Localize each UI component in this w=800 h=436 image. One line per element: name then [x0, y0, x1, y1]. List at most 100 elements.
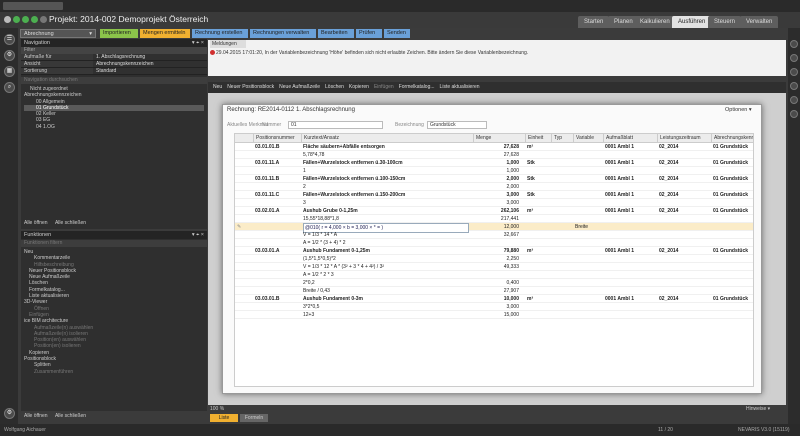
- table-row[interactable]: 03.01.11.C Fällen+Wurzelstock entfernen ü…: [235, 191, 753, 199]
- table-row[interactable]: 03.03.01.B Aushub Fundament 0-3m 10,000 m³ 0…: [235, 295, 753, 303]
- tab-ausführen[interactable]: Ausführen: [672, 16, 712, 28]
- hinweise-button[interactable]: Hinweise ▾: [746, 406, 770, 412]
- cell-text: 1: [303, 168, 306, 174]
- functions-icon[interactable]: ⚙: [4, 50, 15, 61]
- table-row[interactable]: 03.01.01.B Fläche säubern+Abfälle entsorg…: [235, 143, 753, 151]
- table-row[interactable]: 15,55*18,88*1,8 217,441: [235, 215, 753, 223]
- navigation-footer: Alle öffnen Alle schließen: [21, 219, 207, 228]
- navigation-filter[interactable]: Filter: [21, 47, 207, 54]
- table-row[interactable]: 2 2,000: [235, 183, 753, 191]
- nav-prop-value[interactable]: Standard: [93, 68, 207, 74]
- field-bez-input[interactable]: Grundstück: [427, 121, 487, 129]
- func-button-2[interactable]: Rechnung erstellen: [192, 29, 248, 38]
- toolbar-item[interactable]: Liste aktualisieren: [440, 84, 480, 90]
- toolbar-item[interactable]: Neu: [213, 84, 222, 90]
- forward-icon[interactable]: [22, 16, 29, 23]
- func-open-all-button[interactable]: Alle öffnen: [24, 413, 48, 419]
- func-button-0[interactable]: Importieren: [100, 29, 138, 38]
- export-icon[interactable]: [790, 96, 798, 104]
- func-button-5[interactable]: Prüfen: [356, 29, 382, 38]
- navigation-header: Navigation ▾ ⌖ ×: [21, 39, 207, 47]
- zoom-level[interactable]: 100 %: [210, 406, 224, 412]
- tab-formeln[interactable]: Formeln: [240, 414, 268, 422]
- properties-icon[interactable]: ▦: [4, 66, 15, 77]
- search-icon[interactable]: ⌕: [4, 82, 15, 93]
- table-row[interactable]: 2*0,2 0,400: [235, 279, 753, 287]
- column-header[interactable]: Menge: [473, 134, 521, 143]
- options-menu[interactable]: Optionen ▾: [725, 107, 752, 113]
- table-row[interactable]: 1 1,000: [235, 167, 753, 175]
- nav-prop-value[interactable]: 1. Abschlagsrechnung: [93, 54, 207, 60]
- info-icon[interactable]: [790, 54, 798, 62]
- toolbar-item[interactable]: Kopieren: [349, 84, 369, 90]
- func-button-4[interactable]: Bearbeiten: [318, 29, 354, 38]
- table-row[interactable]: 3 3,000: [235, 199, 753, 207]
- toolbar-item[interactable]: Löschen: [325, 84, 344, 90]
- cell-einheit: m³: [527, 208, 534, 214]
- messages-tab[interactable]: Meldungen: [210, 40, 246, 48]
- table-row[interactable]: Breite / 0,43 27,907: [235, 287, 753, 295]
- table-row[interactable]: 12+3 15,000: [235, 311, 753, 319]
- nav-close-all-button[interactable]: Alle schließen: [55, 220, 86, 226]
- toolbar-item[interactable]: Formelkatalog...: [399, 84, 435, 90]
- tab-steuern[interactable]: Steuern: [708, 16, 742, 28]
- table-row[interactable]: V = 1/3 * 12 * A * (3² + 3 * 4 + 4²) / 3…: [235, 263, 753, 271]
- table-row[interactable]: A = 1/2 * (3 + 4) * 2: [235, 239, 753, 247]
- column-header[interactable]: Kurztext/Ansatz: [301, 134, 471, 143]
- column-header[interactable]: Aufmaßblatt: [603, 134, 653, 143]
- table-row[interactable]: 5,78*4,78 27,628: [235, 151, 753, 159]
- navigation-icon[interactable]: ☰: [4, 34, 15, 45]
- settings-icon[interactable]: ⚙: [4, 408, 15, 419]
- toolbar-item[interactable]: Neue Aufmaßzeile: [279, 84, 320, 90]
- nav-prop-value[interactable]: Abrechnungskennzeichen: [93, 61, 207, 67]
- field-nummer-input[interactable]: 01: [288, 121, 383, 129]
- tab-verwalten[interactable]: Verwalten: [740, 16, 779, 28]
- cell-text: 12+3: [303, 312, 315, 318]
- table-row[interactable]: 3*2*0,5 3,000: [235, 303, 753, 311]
- calculator-icon[interactable]: [790, 68, 798, 76]
- functions-search[interactable]: Funktionen filtern: [21, 240, 207, 247]
- navigation-title: Navigation: [24, 40, 50, 46]
- back-icon[interactable]: [13, 16, 20, 23]
- pin-icon[interactable]: ▾ ⌖ ×: [192, 231, 204, 239]
- table-row[interactable]: 03.03.01.A Aushub Fundament 0-1,25m 79,880…: [235, 247, 753, 255]
- project-title: Projekt: 2014-002 Demoprojekt Österreich: [49, 14, 209, 24]
- cell-blatt: 0001 Ambl 1: [605, 248, 634, 254]
- navigation-search[interactable]: Navigation durchsuchen: [21, 77, 207, 84]
- pin-icon[interactable]: ▾ ⌖ ×: [192, 39, 204, 47]
- table-row[interactable]: 03.01.11.A Fällen+Wurzelstock entfernen ü…: [235, 159, 753, 167]
- toolbar-item[interactable]: Einfügen: [374, 84, 394, 90]
- table-row[interactable]: 03.02.01.A Aushub Grube 0-1,25m 262,106 m³ 0…: [235, 207, 753, 215]
- column-header[interactable]: Typ: [551, 134, 569, 143]
- column-header[interactable]: Positionsnummer: [253, 134, 299, 143]
- cell-menge: 2,000: [506, 176, 519, 182]
- tab-liste[interactable]: Liste: [210, 414, 238, 422]
- mail-icon[interactable]: [790, 110, 798, 118]
- table-row[interactable]: A = 1/2 * 2 * 3: [235, 271, 753, 279]
- table-row[interactable]: (1,5*1,5*0,5)*2 2,250: [235, 255, 753, 263]
- nav-open-all-button[interactable]: Alle öffnen: [24, 220, 48, 226]
- func-button-1[interactable]: Mengen ermitteln: [140, 29, 190, 38]
- column-header[interactable]: Einheit: [525, 134, 547, 143]
- menu-icon[interactable]: [40, 16, 47, 23]
- print-icon[interactable]: [790, 82, 798, 90]
- navigation-panel: Navigation ▾ ⌖ × Filter Aufmaße für 1. Ab…: [21, 39, 207, 229]
- func-close-all-button[interactable]: Alle schließen: [55, 413, 86, 419]
- column-header[interactable]: Abrechnungskennz...: [711, 134, 753, 143]
- table-row[interactable]: V = 1/3 * 14 * A 32,667: [235, 231, 753, 239]
- tab-starten[interactable]: Starten: [578, 16, 610, 28]
- module-dropdown[interactable]: Abrechnung ▾: [20, 29, 96, 38]
- functions-header: Funktionen ▾ ⌖ ×: [21, 231, 207, 239]
- table-row[interactable]: 03.01.11.B Fällen+Wurzelstock entfernen ü…: [235, 175, 753, 183]
- func-button-3[interactable]: Rechnungen verwalten: [250, 29, 316, 38]
- func-button-6[interactable]: Senden: [384, 29, 410, 38]
- home-icon[interactable]: [31, 16, 38, 23]
- nav-tree-item[interactable]: 04 1.OG: [24, 124, 204, 130]
- tab-kalkulieren[interactable]: Kalkulieren: [634, 16, 676, 28]
- help-icon[interactable]: [790, 40, 798, 48]
- toolbar-item[interactable]: Neuer Positionsblock: [227, 84, 274, 90]
- column-header[interactable]: Leistungszeitraum: [657, 134, 707, 143]
- column-header[interactable]: Variable: [573, 134, 599, 143]
- cell-text: Fläche säubern+Abfälle entsorgen: [303, 144, 385, 150]
- table-row[interactable]: ✎ @010( r = 4,000 × b = 3,000 × * = ) 12,0…: [235, 223, 753, 233]
